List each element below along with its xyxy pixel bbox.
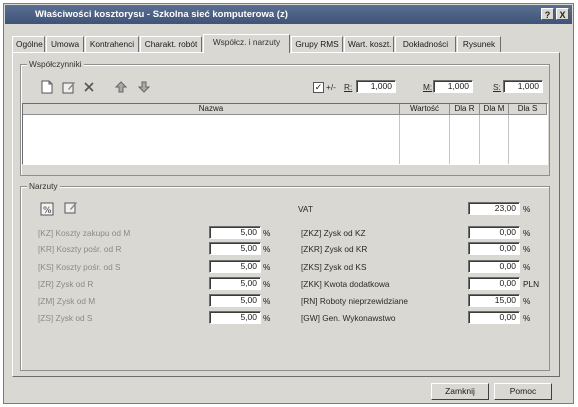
zm-label: [ZM] Zysk od M [38, 296, 96, 306]
ks-label: [KS] Koszty pośr. od S [38, 262, 121, 272]
tab-rysunek[interactable]: Rysunek [457, 36, 501, 52]
percent-icon[interactable]: % [40, 202, 54, 216]
column-dla-r[interactable]: Dla R [450, 104, 480, 115]
m-coefficient-field[interactable]: 1,000 [433, 80, 473, 93]
zkk-label: [ZKK] Kwota dodatkowa [301, 279, 390, 289]
gw-unit: % [523, 313, 531, 323]
move-up-icon[interactable] [114, 80, 128, 94]
r-label: R: [344, 82, 353, 92]
zkz-label: [ZKZ] Zysk od KZ [301, 228, 366, 238]
kz-field[interactable]: 5,00 [209, 226, 261, 239]
column-dla-s[interactable]: Dla S [509, 104, 547, 115]
svg-text:%: % [43, 206, 52, 216]
r-coefficient-field[interactable]: 1,000 [356, 80, 396, 93]
zs-unit: % [263, 313, 271, 323]
close-title-button[interactable]: X [556, 8, 569, 20]
zks-field[interactable]: 0,00 [468, 260, 520, 273]
move-down-icon[interactable] [137, 80, 151, 94]
edit-icon[interactable] [62, 80, 76, 94]
zr-label: [ZR] Zysk od R [38, 279, 94, 289]
zks-label: [ZKS] Zysk od KS [301, 262, 367, 272]
zm-unit: % [263, 296, 271, 306]
zr-unit: % [263, 279, 271, 289]
grid-line [399, 115, 400, 164]
close-button[interactable]: Zamknij [431, 383, 489, 400]
rn-label: [RN] Roboty nieprzewidziane [301, 296, 408, 306]
zkr-label: [ZKR] Zysk od KR [301, 244, 368, 254]
help-title-button[interactable]: ? [541, 8, 554, 20]
ks-field[interactable]: 5,00 [209, 260, 261, 273]
narzuty-legend: Narzuty [27, 181, 60, 191]
edit-icon[interactable] [64, 200, 78, 214]
kz-unit: % [263, 228, 271, 238]
rn-field[interactable]: 15,00 [468, 294, 520, 307]
kr-label: [KR] Koszty pośr. od R [38, 244, 122, 254]
column-dla-m[interactable]: Dla M [480, 104, 509, 115]
s-coefficient-field[interactable]: 1,000 [503, 80, 543, 93]
vat-field[interactable]: 23,00 [468, 202, 520, 215]
tab-kontrahenci[interactable]: Kontrahenci [85, 36, 139, 52]
column-wartosc[interactable]: Wartość [400, 104, 450, 115]
tab-ogolne[interactable]: Ogólne [12, 36, 45, 52]
wspolczynniki-legend: Współczynniki [27, 59, 84, 69]
tab-dokladnosci[interactable]: Dokładności [395, 36, 456, 52]
help-button[interactable]: Pomoc [494, 383, 552, 400]
zks-unit: % [523, 262, 531, 272]
s-label: S: [493, 82, 501, 92]
zkz-field[interactable]: 0,00 [468, 226, 520, 239]
m-label: M: [423, 82, 433, 92]
new-document-icon[interactable] [40, 80, 54, 94]
kr-field[interactable]: 5,00 [209, 242, 261, 255]
vat-label: VAT [298, 204, 313, 214]
zkz-unit: % [523, 228, 531, 238]
ks-unit: % [263, 262, 271, 272]
kz-label: [KZ] Koszty zakupu od M [38, 228, 131, 238]
zm-field[interactable]: 5,00 [209, 294, 261, 307]
title-bar[interactable]: Właściwości kosztorysu - Szkolna sieć ko… [5, 5, 572, 24]
gw-field[interactable]: 0,00 [468, 311, 520, 324]
tab-grupy-rms[interactable]: Grupy RMS [291, 36, 343, 52]
plus-minus-checkbox[interactable]: ✓ [313, 82, 324, 93]
zr-field[interactable]: 5,00 [209, 277, 261, 290]
grid-line [449, 115, 450, 164]
tab-wart-koszt[interactable]: Wart. koszt. [344, 36, 394, 52]
column-nazwa[interactable]: Nazwa [23, 104, 400, 115]
kr-unit: % [263, 244, 271, 254]
rn-unit: % [523, 296, 531, 306]
zkr-unit: % [523, 244, 531, 254]
tab-umowa[interactable]: Umowa [46, 36, 84, 52]
coefficients-table[interactable]: Nazwa Wartość Dla R Dla M Dla S [22, 103, 548, 165]
window-title: Właściwości kosztorysu - Szkolna sieć ko… [35, 9, 288, 20]
zs-label: [ZS] Zysk od S [38, 313, 93, 323]
tab-charakt-robot[interactable]: Charakt. robót [140, 36, 202, 52]
grid-line [479, 115, 480, 164]
delete-icon[interactable] [82, 80, 96, 94]
vat-unit: % [523, 204, 531, 214]
zs-field[interactable]: 5,00 [209, 311, 261, 324]
zkr-field[interactable]: 0,00 [468, 242, 520, 255]
zkk-unit: PLN [523, 279, 540, 289]
tab-wspolcz-narzuty[interactable]: Współcz. i narzuty [203, 34, 290, 53]
zkk-field[interactable]: 0,00 [468, 277, 520, 290]
gw-label: [GW] Gen. Wykonawstwo [301, 313, 396, 323]
grid-line [508, 115, 509, 164]
plus-minus-label: +/- [326, 82, 336, 92]
